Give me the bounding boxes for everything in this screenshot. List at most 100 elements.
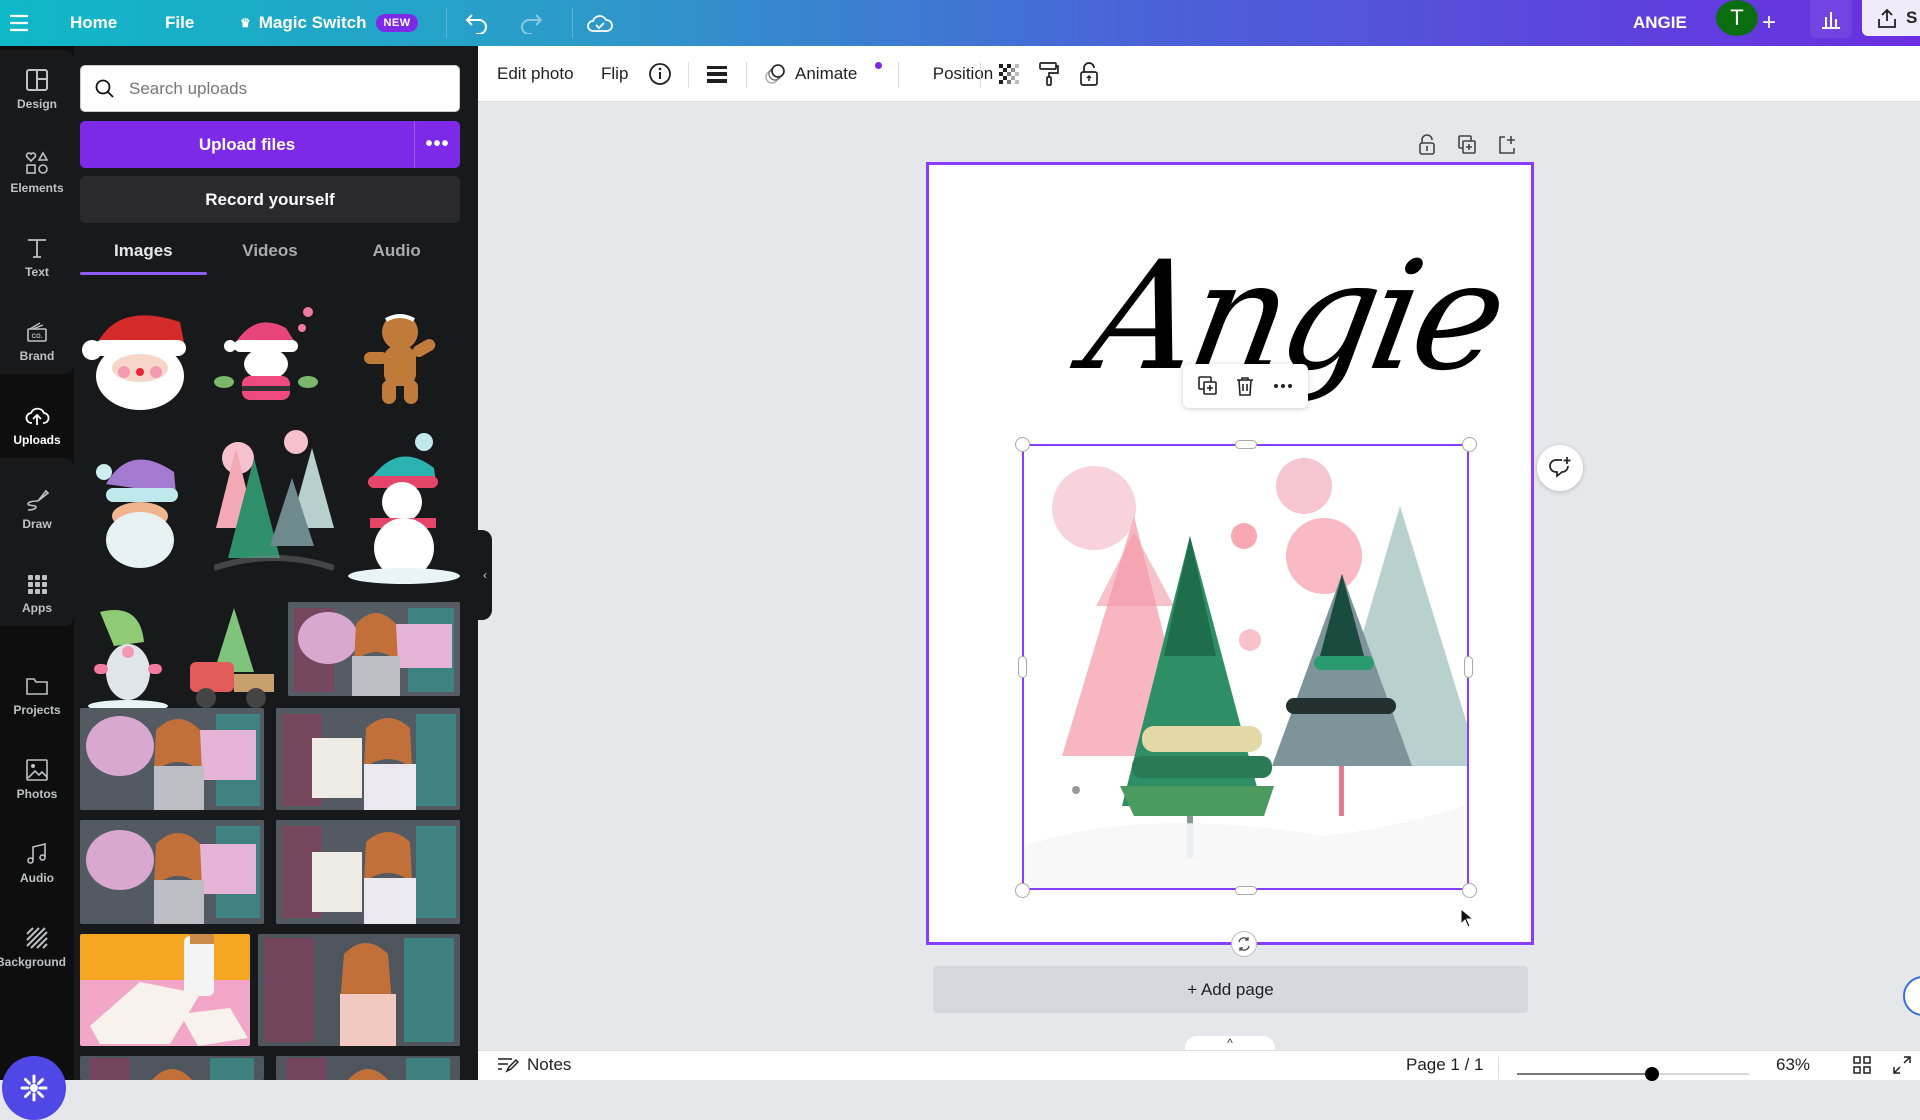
resize-handle-bottom-left[interactable] (1015, 883, 1030, 898)
upload-thumb-red-truck[interactable] (184, 602, 278, 714)
rail-item-audio[interactable]: Audio (0, 828, 74, 898)
resize-handle-right[interactable] (1464, 656, 1473, 678)
magic-switch-button[interactable]: ♛ Magic Switch NEW (240, 0, 418, 46)
upload-thumb-santa-pink[interactable] (206, 302, 326, 414)
rail-item-uploads[interactable]: Uploads (0, 390, 74, 460)
border-style-button[interactable] (706, 46, 728, 102)
resize-handle-bottom-right[interactable] (1462, 883, 1477, 898)
new-badge: NEW (376, 14, 418, 32)
edit-photo-button[interactable]: Edit photo (497, 46, 574, 102)
rotate-handle[interactable] (1231, 931, 1257, 957)
save-status-button[interactable] (586, 0, 614, 46)
upload-thumb-photo-shrug-3[interactable] (276, 1056, 460, 1080)
magic-studio-button[interactable] (2, 1056, 66, 1120)
info-button[interactable] (648, 46, 672, 102)
upload-thumb-gnome[interactable] (80, 602, 198, 714)
fullscreen-button[interactable] (1892, 1055, 1912, 1075)
rail-item-text[interactable]: Text (0, 222, 74, 292)
rail-item-draw[interactable]: Draw (0, 474, 74, 544)
animate-button[interactable]: Animate (763, 46, 882, 102)
pen-icon (27, 489, 50, 511)
design-title[interactable]: ANGIE (1633, 0, 1687, 46)
tab-images[interactable]: Images (80, 231, 207, 275)
resize-handle-top[interactable] (1235, 440, 1257, 449)
zoom-slider-knob[interactable] (1644, 1067, 1659, 1081)
animate-label: Animate (795, 64, 858, 83)
rail-item-apps[interactable]: Apps (0, 558, 74, 628)
crown-icon: ♛ (240, 16, 251, 30)
upload-thumb-snowman[interactable] (348, 426, 460, 584)
flip-button[interactable]: Flip (601, 46, 628, 102)
upload-thumb-photo-floral-1[interactable] (288, 602, 460, 696)
upload-more-options-button[interactable]: ••• (414, 121, 460, 168)
selected-image-element[interactable] (1022, 444, 1480, 890)
rail-item-photos[interactable]: Photos (0, 744, 74, 814)
upload-thumb-photo-paper-pink[interactable] (80, 934, 250, 1046)
upload-thumb-pink-green-trees[interactable] (214, 428, 334, 584)
insights-button[interactable] (1810, 0, 1852, 38)
redo-button[interactable] (518, 0, 544, 46)
avatar[interactable]: T (1716, 0, 1758, 36)
zoom-slider[interactable] (1517, 1067, 1749, 1081)
tab-audio[interactable]: Audio (333, 231, 460, 271)
trash-icon[interactable] (1234, 375, 1256, 397)
notes-button[interactable]: Notes (497, 1055, 571, 1075)
resize-handle-top-left[interactable] (1015, 437, 1030, 452)
page-indicator[interactable]: Page 1 / 1 (1406, 1055, 1484, 1075)
transparency-button[interactable] (997, 46, 1021, 102)
more-icon[interactable] (1272, 375, 1294, 397)
lock-page-icon[interactable] (1417, 134, 1437, 156)
rail-label: Elements (10, 181, 64, 195)
music-note-icon (27, 842, 46, 864)
copy-style-button[interactable] (1038, 46, 1060, 102)
add-page-icon[interactable] (1497, 134, 1517, 156)
upload-thumb-photo-shrug-2[interactable] (80, 1056, 264, 1080)
undo-button[interactable] (464, 0, 490, 46)
resize-handle-bottom[interactable] (1235, 886, 1257, 895)
redo-icon (521, 14, 543, 34)
add-comment-button[interactable] (1537, 445, 1583, 491)
search-box[interactable] (80, 65, 460, 112)
collapse-panel-button[interactable]: ‹ (478, 530, 492, 620)
help-button[interactable] (1903, 976, 1920, 1016)
zoom-percentage[interactable]: 63% (1776, 1055, 1810, 1075)
upload-thumb-photo-floral-3[interactable] (80, 820, 264, 924)
chevron-left-icon: ‹ (483, 568, 487, 582)
upload-thumb-photo-pointing-2[interactable] (276, 820, 460, 924)
tab-videos[interactable]: Videos (207, 231, 334, 271)
upload-thumb-photo-floral-2[interactable] (80, 708, 264, 810)
home-link[interactable]: Home (70, 0, 117, 46)
zoom-slider-fill (1517, 1073, 1652, 1075)
plus-icon: + (1762, 9, 1777, 36)
main-menu-button[interactable] (8, 0, 30, 46)
resize-handle-left[interactable] (1018, 656, 1027, 678)
rail-item-elements[interactable]: Elements (0, 138, 74, 208)
upload-thumb-pastel-santa[interactable] (80, 432, 198, 584)
resize-handle-top-right[interactable] (1462, 437, 1477, 452)
rail-label: Background (0, 955, 66, 969)
upload-thumb-gingerbread[interactable] (344, 302, 456, 414)
info-icon (649, 63, 671, 85)
invite-button[interactable]: + (1762, 0, 1776, 46)
search-input[interactable] (129, 78, 429, 99)
upload-files-button[interactable]: Upload files (80, 121, 414, 168)
rail-item-projects[interactable]: Projects (0, 660, 74, 730)
grid-view-button[interactable] (1852, 1055, 1872, 1075)
lock-button[interactable] (1078, 46, 1100, 102)
record-yourself-button[interactable]: Record yourself (80, 176, 460, 223)
upload-thumb-santa-face[interactable] (80, 302, 198, 414)
duplicate-page-icon[interactable] (1457, 134, 1477, 156)
file-menu[interactable]: File (165, 0, 194, 46)
upload-thumb-photo-shrug-1[interactable] (258, 934, 460, 1046)
share-button[interactable]: S (1862, 0, 1920, 36)
rail-item-brand[interactable]: CO. Brand (0, 306, 74, 376)
christmas-trees-image (1024, 458, 1480, 888)
rail-item-design[interactable]: Design (0, 54, 74, 124)
rail-item-background[interactable]: Background (0, 912, 74, 982)
duplicate-icon[interactable] (1197, 375, 1219, 397)
rail-label: Projects (13, 703, 61, 717)
hatch-pattern-icon (26, 927, 48, 949)
magic-switch-label: Magic Switch (258, 13, 367, 32)
upload-thumb-photo-pointing-1[interactable] (276, 708, 460, 810)
add-page-button[interactable]: + Add page (933, 966, 1528, 1013)
